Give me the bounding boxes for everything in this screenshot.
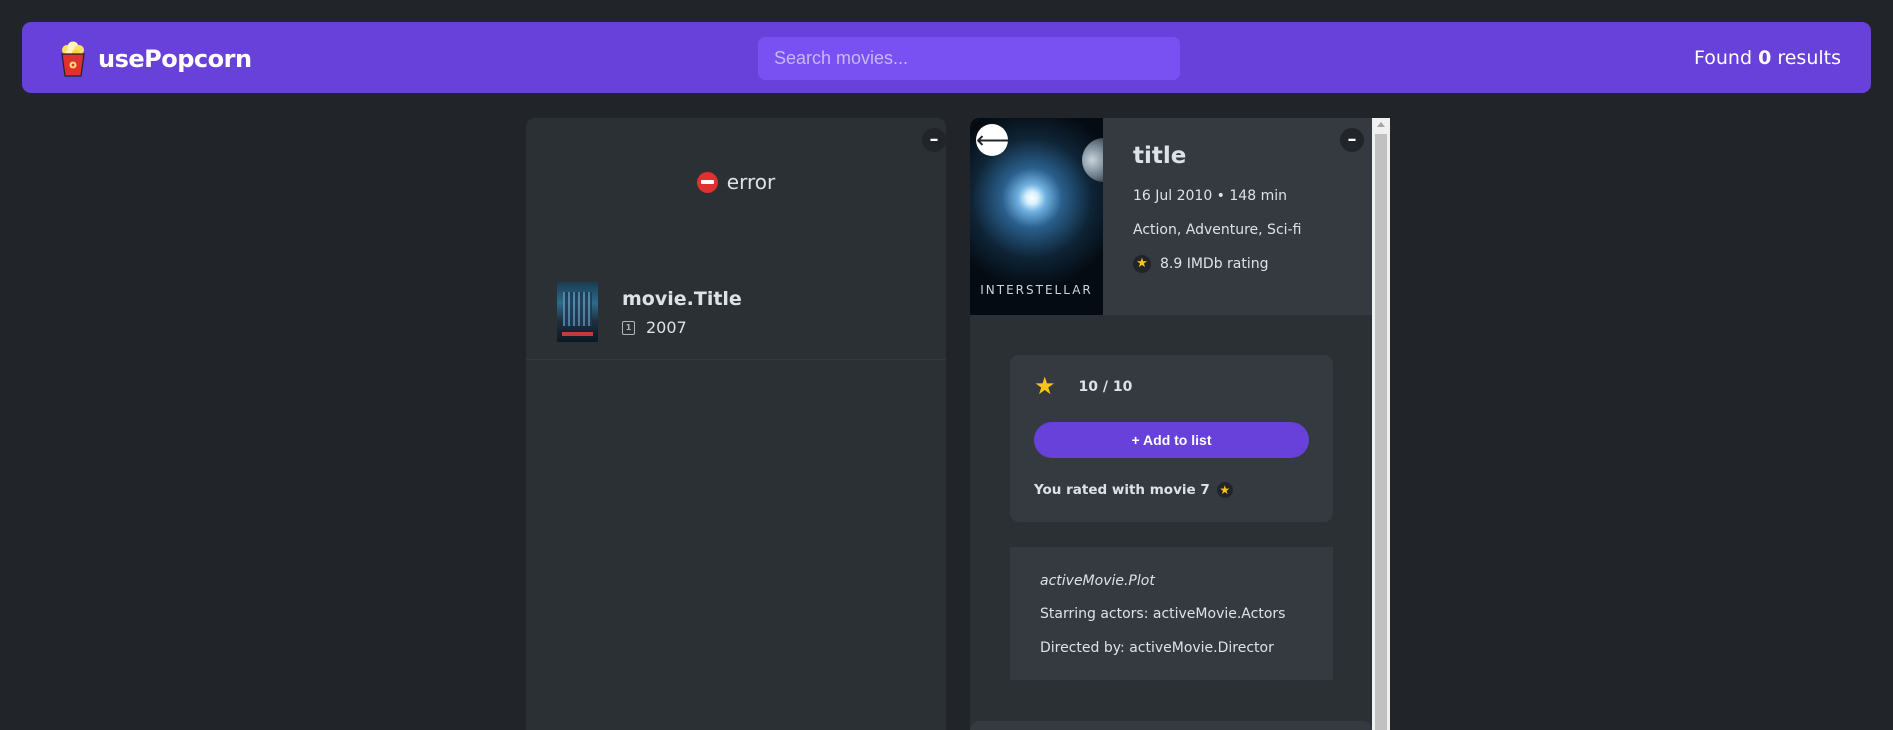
star-icon[interactable]: ★ [1034, 375, 1056, 399]
plot: activeMovie.Plot [1040, 573, 1155, 589]
next-section [970, 721, 1372, 730]
star-rating[interactable]: ★ 10 / 10 [1034, 375, 1132, 399]
calendar-icon: 1 [622, 320, 635, 335]
results-suffix: results [1777, 47, 1841, 69]
logo: usePopcorn [58, 41, 252, 77]
genre: Action, Adventure, Sci-fi [1133, 222, 1302, 238]
search-input[interactable] [758, 37, 1180, 80]
back-button[interactable]: ⟵ [976, 124, 1010, 156]
release-runtime: 16 Jul 2010 • 148 min [1133, 188, 1287, 204]
error-message: error [526, 170, 946, 194]
planet-graphic [1082, 138, 1103, 182]
details-header: INTERSTELLAR ⟵ – title 16 Jul 2010 • 148… [970, 118, 1372, 315]
results-number: 0 [1758, 47, 1772, 69]
movie-list-box: – error movie.Title 1 2007 [526, 118, 946, 730]
collapse-list-button[interactable]: – [922, 128, 946, 152]
no-entry-icon [696, 171, 718, 193]
rated-text: You rated with movie 7 [1034, 482, 1210, 498]
results-count: Found 0 results [1694, 47, 1841, 69]
error-text: error [726, 170, 776, 194]
list-item[interactable]: movie.Title 1 2007 [526, 260, 946, 360]
plot-section: activeMovie.Plot Starring actors: active… [1010, 547, 1333, 680]
scroll-thumb[interactable] [1375, 134, 1387, 730]
navbar: usePopcorn Found 0 results [22, 22, 1871, 93]
scrollbar[interactable] [1372, 118, 1390, 730]
results-prefix: Found [1693, 47, 1753, 69]
star-icon: ★ [1133, 255, 1151, 273]
movie-year: 1 2007 [622, 318, 687, 337]
director: Directed by: activeMovie.Director [1040, 640, 1274, 656]
collapse-details-button[interactable]: – [1340, 128, 1364, 152]
imdb-rating-text: 8.9 IMDb rating [1160, 256, 1269, 272]
star-icon: ★ [1216, 482, 1233, 498]
rating-card: ★ 10 / 10 + Add to list You rated with m… [1010, 355, 1333, 522]
movie-year-text: 2007 [646, 318, 687, 337]
movie-title: title [1133, 143, 1187, 169]
scroll-up-arrow-icon[interactable] [1377, 122, 1385, 127]
rating-value: 10 / 10 [1078, 379, 1133, 395]
movie-poster [557, 282, 598, 342]
user-rating-text: You rated with movie 7 ★ [1034, 482, 1233, 498]
imdb-rating: ★ 8.9 IMDb rating [1133, 255, 1269, 273]
movie-title: movie.Title [622, 288, 742, 310]
actors: Starring actors: activeMovie.Actors [1040, 606, 1286, 622]
add-to-list-button[interactable]: + Add to list [1034, 422, 1309, 458]
movie-details-box: INTERSTELLAR ⟵ – title 16 Jul 2010 • 148… [970, 118, 1390, 730]
popcorn-icon [58, 41, 88, 77]
logo-text: usePopcorn [98, 45, 252, 73]
poster-text: INTERSTELLAR [980, 283, 1093, 297]
